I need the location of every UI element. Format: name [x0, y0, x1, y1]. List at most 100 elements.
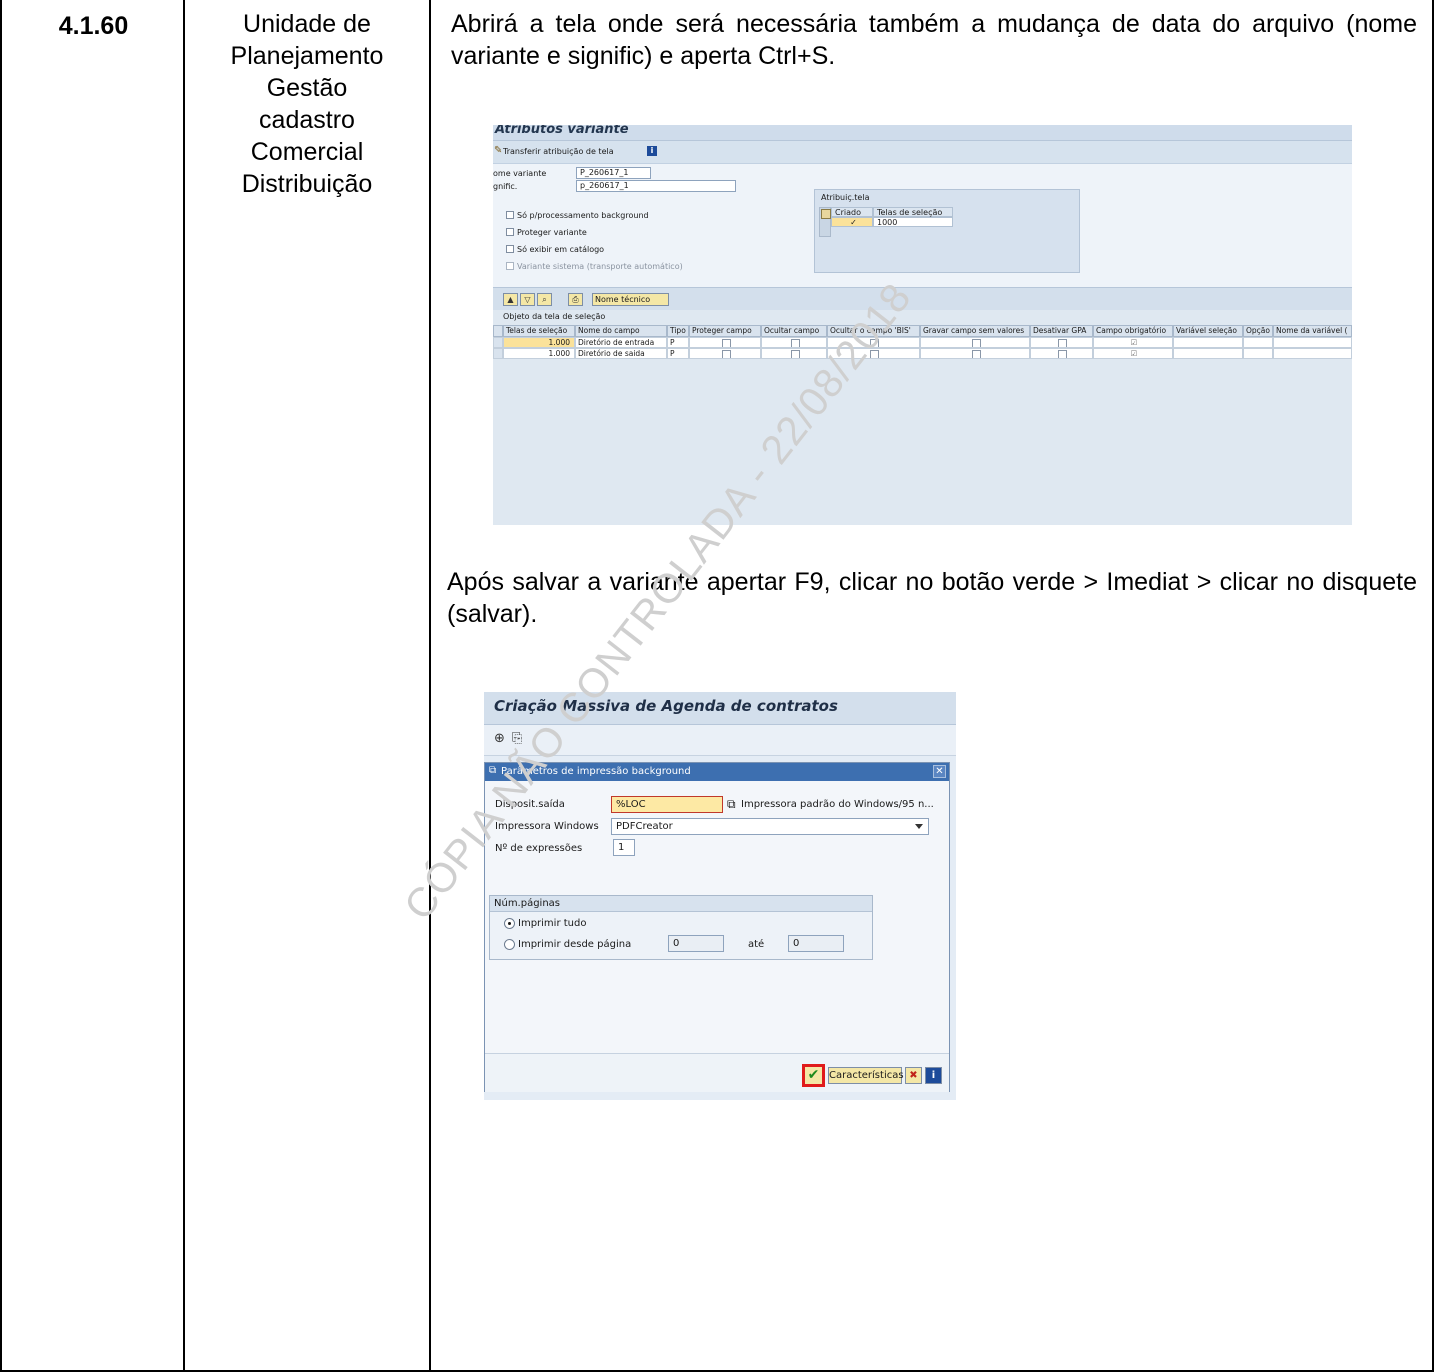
protect-field-checkbox[interactable]: [689, 337, 761, 348]
unit-line: Unidade de: [243, 10, 371, 38]
from-page-field[interactable]: 0: [668, 935, 724, 952]
close-icon[interactable]: ✕: [933, 765, 946, 778]
print-icon[interactable]: ⎙: [568, 293, 583, 306]
col-header: Nome da variável (: [1273, 325, 1352, 337]
output-device-field[interactable]: %LOC: [611, 796, 723, 813]
table-cell[interactable]: [1273, 348, 1352, 359]
table-cell: Diretório de saida: [575, 348, 667, 359]
option-label: Variante sistema (transporte automático): [517, 262, 683, 271]
step-cell: 4.1.60: [0, 0, 185, 1372]
unit-line: Gestão: [266, 74, 348, 102]
dropdown-value: PDFCreator: [616, 821, 673, 832]
output-device-description: Impressora padrão do Windows/95 n...: [741, 799, 934, 810]
grid-toolbar: ▲ ▽ ⌕ ⎙ Nome técnico: [493, 287, 1352, 310]
dialog-header: ⧉ Parâmetros de impressão background ✕: [485, 763, 949, 781]
col-header: Campo obrigatório: [1093, 325, 1173, 337]
select-all-icon[interactable]: [493, 325, 503, 337]
chevron-down-icon[interactable]: [915, 824, 923, 829]
required-field-checkbox: ☑: [1093, 348, 1173, 359]
to-page-field[interactable]: 0: [788, 935, 844, 952]
select-all-icon[interactable]: [821, 209, 831, 219]
unit-line: Planejamento: [230, 42, 384, 70]
row-selector[interactable]: [819, 207, 831, 237]
table-cell[interactable]: [1173, 337, 1243, 348]
save-without-values-checkbox[interactable]: [920, 348, 1030, 359]
info-icon[interactable]: i: [925, 1067, 942, 1084]
variant-name-field[interactable]: P_260617_1: [576, 167, 651, 179]
protect-field-checkbox[interactable]: [689, 348, 761, 359]
row-selector[interactable]: [493, 337, 503, 348]
row-selector[interactable]: [493, 348, 503, 359]
option-label: Só p/processamento background: [517, 211, 649, 220]
table-cell[interactable]: [1273, 337, 1352, 348]
grid-title: Objeto da tela de seleção: [503, 312, 606, 321]
copies-field[interactable]: 1: [613, 839, 635, 856]
confirm-button[interactable]: ✔: [802, 1064, 825, 1087]
print-from-label: Imprimir desde página: [518, 939, 632, 950]
catalog-only-checkbox[interactable]: [506, 245, 514, 253]
sort-ascending-icon[interactable]: ▲: [503, 293, 518, 306]
instruction-paragraph-1: Abrirá a tela onde será necessária també…: [451, 10, 1417, 70]
print-all-label: Imprimir tudo: [518, 918, 587, 929]
created-checkbox[interactable]: ✓: [831, 217, 873, 227]
table-cell: Diretório de entrada: [575, 337, 667, 348]
variant-form: ome variante P_260617_1 gnific. p_260617…: [493, 164, 1352, 287]
transfer-assignment-button[interactable]: Transferir atribuição de tela: [503, 147, 614, 156]
info-icon[interactable]: i: [647, 146, 657, 156]
group-title: Atribuiç.tela: [821, 193, 870, 202]
hide-field-checkbox[interactable]: [761, 337, 827, 348]
find-icon[interactable]: ⌕: [537, 293, 552, 306]
screen-number: 1000: [873, 217, 953, 227]
table-cell[interactable]: [1243, 337, 1273, 348]
table-cell[interactable]: [1243, 348, 1273, 359]
to-label: até: [748, 939, 765, 950]
execute-icon[interactable]: ⊕: [494, 732, 508, 746]
col-header: Gravar campo sem valores: [920, 325, 1030, 337]
col-header: Telas de seleção: [503, 325, 575, 337]
dialog-title: Parâmetros de impressão background: [501, 766, 691, 777]
title-bar: Criação Massiva de Agenda de contratos: [484, 692, 956, 725]
print-all-radio[interactable]: [504, 918, 515, 929]
hide-field-checkbox[interactable]: [761, 348, 827, 359]
cancel-icon[interactable]: ✖: [905, 1067, 922, 1084]
group-title: Núm.páginas: [490, 896, 872, 912]
title-bar: Atributos variante: [493, 125, 1352, 141]
screen-title: Criação Massiva de Agenda de contratos: [494, 697, 838, 715]
hide-bis-checkbox[interactable]: [827, 337, 920, 348]
hide-bis-checkbox[interactable]: [827, 348, 920, 359]
col-header: Desativar GPA: [1030, 325, 1093, 337]
unit-cell: Unidade de Planejamento Gestão cadastro …: [185, 0, 431, 1372]
save-without-values-checkbox[interactable]: [920, 337, 1030, 348]
pencil-icon[interactable]: ✎: [494, 146, 502, 156]
toolbar: ✎ Transferir atribuição de tela i: [493, 141, 1352, 164]
screen-title: Atributos variante: [495, 125, 629, 137]
filter-icon[interactable]: ▽: [520, 293, 535, 306]
page-range-group: Núm.páginas Imprimir tudo Imprimir desde…: [489, 895, 873, 960]
protect-variant-checkbox[interactable]: [506, 228, 514, 236]
table-cell: P: [667, 348, 689, 359]
table-cell[interactable]: [1173, 348, 1243, 359]
col-header: Proteger campo: [689, 325, 761, 337]
table-cell: P: [667, 337, 689, 348]
disable-gpa-checkbox[interactable]: [1030, 348, 1093, 359]
variant-name-label: ome variante: [493, 169, 547, 178]
output-device-label: Disposit.saída: [495, 799, 565, 810]
copy-icon[interactable]: ⧉: [727, 797, 736, 812]
copies-label: Nº de expressões: [495, 843, 583, 854]
disable-gpa-checkbox[interactable]: [1030, 337, 1093, 348]
background-only-checkbox[interactable]: [506, 211, 514, 219]
print-dialog: ⧉ Parâmetros de impressão background ✕ D…: [484, 762, 950, 1092]
windows-printer-dropdown[interactable]: PDFCreator: [611, 818, 929, 835]
technical-name-button[interactable]: Nome técnico: [592, 293, 669, 306]
variant-attributes-screenshot: Atributos variante ✎ Transferir atribuiç…: [493, 125, 1352, 525]
copy-icon[interactable]: ⎘: [512, 732, 526, 746]
col-header: Criado: [831, 207, 873, 217]
option-label: Proteger variante: [517, 228, 587, 237]
table-cell: 1.000: [503, 348, 575, 359]
col-header: Telas de seleção: [873, 207, 953, 217]
meaning-field[interactable]: p_260617_1: [576, 180, 736, 192]
system-variant-checkbox: [506, 262, 514, 270]
print-from-radio[interactable]: [504, 939, 515, 950]
unit-line: cadastro: [259, 106, 355, 134]
characteristics-button[interactable]: Características: [828, 1067, 904, 1084]
